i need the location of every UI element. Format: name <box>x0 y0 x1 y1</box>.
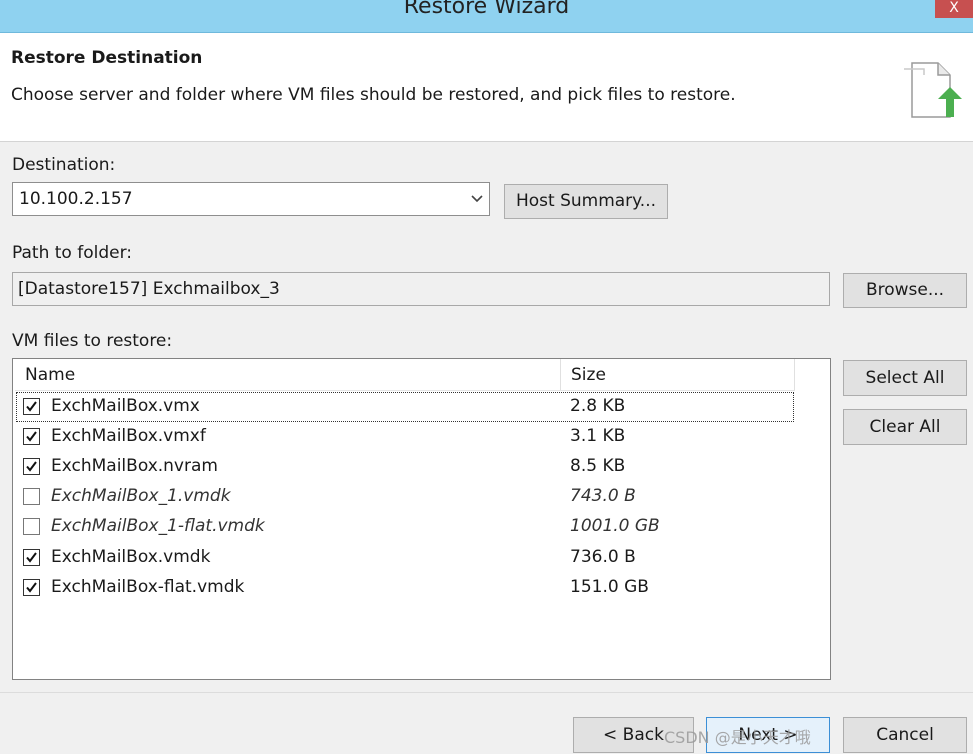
checkbox[interactable] <box>23 458 40 475</box>
path-field[interactable]: [Datastore157] Exchmailbox_3 <box>12 272 830 306</box>
column-header-name[interactable]: Name <box>15 359 561 391</box>
checkbox[interactable] <box>23 579 40 596</box>
list-item[interactable]: ExchMailBox-flat.vmdk 151.0 GB <box>17 574 793 602</box>
wizard-content: Destination: 10.100.2.157 Host Summary..… <box>0 142 973 692</box>
destination-select[interactable]: 10.100.2.157 <box>12 182 490 216</box>
chevron-down-icon[interactable] <box>469 191 485 207</box>
cancel-button[interactable]: Cancel <box>843 717 967 753</box>
file-size: 736.0 B <box>570 547 636 567</box>
path-value: [Datastore157] Exchmailbox_3 <box>18 279 280 299</box>
files-label: VM files to restore: <box>12 331 173 351</box>
checkbox[interactable] <box>23 488 40 505</box>
wizard-header: Restore Destination Choose server and fo… <box>0 33 973 142</box>
file-size: 8.5 KB <box>570 456 626 476</box>
list-item[interactable]: ExchMailBox.vmx 2.8 KB <box>16 392 794 422</box>
file-name: ExchMailBox.nvram <box>51 456 218 476</box>
title-bar: Restore Wizard X <box>0 0 973 33</box>
page-subtitle: Choose server and folder where VM files … <box>11 85 736 105</box>
list-header: Name Size <box>13 359 830 391</box>
checkbox[interactable] <box>23 428 40 445</box>
file-name: ExchMailBox_1-flat.vmdk <box>51 516 265 536</box>
file-name: ExchMailBox.vmx <box>51 396 200 416</box>
clear-all-button[interactable]: Clear All <box>843 409 967 445</box>
list-item[interactable]: ExchMailBox_1-flat.vmdk 1001.0 GB <box>17 513 793 541</box>
window-title: Restore Wizard <box>403 0 570 19</box>
file-size: 2.8 KB <box>570 396 626 416</box>
checkbox[interactable] <box>23 518 40 535</box>
list-item[interactable]: ExchMailBox.vmxf 3.1 KB <box>17 423 793 451</box>
watermark-text: CSDN @是小天才哦 <box>664 728 811 747</box>
file-size: 151.0 GB <box>570 577 649 597</box>
list-item[interactable]: ExchMailBox.vmdk 736.0 B <box>17 544 793 572</box>
wizard-footer: < Back Next > Cancel <box>0 692 973 754</box>
checkbox[interactable] <box>23 549 40 566</box>
list-item[interactable]: ExchMailBox.nvram 8.5 KB <box>17 453 793 481</box>
file-size: 743.0 B <box>570 486 636 506</box>
files-list[interactable]: Name Size ExchMailBox.vmx 2.8 KB ExchMai… <box>12 358 831 680</box>
list-item[interactable]: ExchMailBox_1.vmdk 743.0 B <box>17 483 793 511</box>
file-name: ExchMailBox-flat.vmdk <box>51 577 245 597</box>
select-all-button[interactable]: Select All <box>843 360 967 396</box>
page-title: Restore Destination <box>11 48 203 68</box>
file-size: 3.1 KB <box>570 426 626 446</box>
path-label: Path to folder: <box>12 243 132 263</box>
file-name: ExchMailBox.vmdk <box>51 547 211 567</box>
file-name: ExchMailBox.vmxf <box>51 426 206 446</box>
checkbox[interactable] <box>23 398 40 415</box>
destination-label: Destination: <box>12 155 116 175</box>
browse-button[interactable]: Browse... <box>843 273 967 308</box>
destination-value: 10.100.2.157 <box>19 189 133 209</box>
host-summary-button[interactable]: Host Summary... <box>504 184 668 219</box>
file-size: 1001.0 GB <box>570 516 660 536</box>
column-header-size[interactable]: Size <box>561 359 795 391</box>
close-button[interactable]: X <box>935 0 973 18</box>
restore-files-icon <box>894 55 966 127</box>
file-name: ExchMailBox_1.vmdk <box>51 486 231 506</box>
